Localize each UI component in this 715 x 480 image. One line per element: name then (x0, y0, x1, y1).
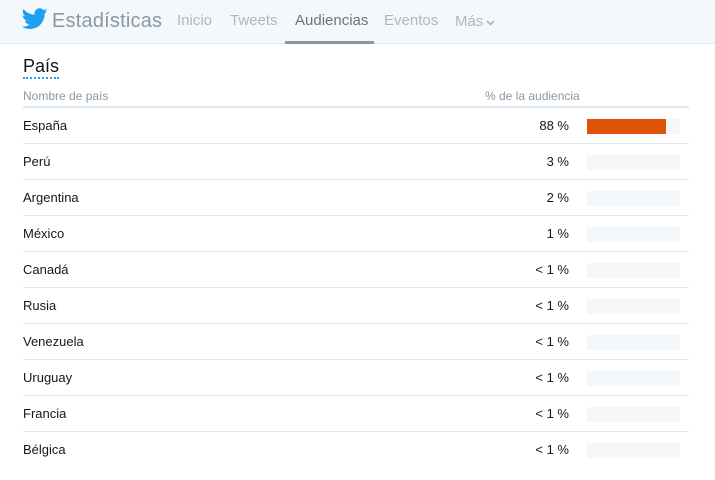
audience-percent: 1 % (546, 226, 569, 241)
table-row: México 1 % (23, 216, 689, 252)
tab-inicio[interactable]: Inicio (177, 0, 212, 44)
audience-percent: < 1 % (535, 442, 569, 457)
audience-bar-track (587, 227, 680, 242)
country-name: Uruguay (23, 370, 73, 385)
country-name: Bélgica (23, 442, 66, 457)
tab-mas-label: Más (455, 13, 484, 30)
country-name: Rusia (23, 298, 57, 313)
audience-percent: < 1 % (535, 262, 569, 277)
tab-eventos[interactable]: Eventos (384, 0, 438, 44)
audience-percent: 2 % (546, 190, 569, 205)
table-row: Bélgica < 1 % (23, 432, 689, 468)
app-title: Estadísticas (52, 9, 163, 32)
table-row: España 88 % (23, 108, 689, 144)
country-name: México (23, 226, 65, 241)
table-header: Nombre de país % de la audiencia (23, 86, 689, 108)
section-title: País (23, 56, 60, 79)
country-name: España (23, 118, 68, 133)
table-row: Rusia < 1 % (23, 288, 689, 324)
audience-bar-track (587, 263, 680, 278)
audience-bar-track (587, 407, 680, 422)
chevron-down-icon (483, 1, 495, 43)
brand[interactable]: Estadísticas (21, 7, 163, 35)
audience-bar-track (587, 335, 680, 350)
table-row: Uruguay < 1 % (23, 360, 689, 396)
country-name: Canadá (23, 262, 69, 277)
table-row: Argentina 2 % (23, 180, 689, 216)
column-header-pct: % de la audiencia (485, 89, 580, 103)
twitter-bird-icon (21, 7, 48, 35)
audience-percent: < 1 % (535, 406, 569, 421)
audience-bar-track (587, 119, 680, 134)
analytics-top-nav: Estadísticas Inicio Tweets Audiencias Ev… (0, 0, 715, 44)
table-row: Venezuela < 1 % (23, 324, 689, 360)
country-table: Nombre de país % de la audiencia España 8… (23, 86, 689, 468)
audience-percent: 88 % (539, 118, 569, 133)
country-name: Perú (23, 154, 51, 169)
audience-bar-track (587, 443, 680, 458)
tab-audiencias[interactable]: Audiencias (285, 0, 374, 44)
audience-bar-track (587, 155, 680, 170)
country-name: Francia (23, 406, 67, 421)
audience-bar-fill (587, 119, 666, 134)
table-row: Canadá < 1 % (23, 252, 689, 288)
tab-tweets[interactable]: Tweets (230, 0, 278, 44)
audience-percent: < 1 % (535, 298, 569, 313)
column-header-country: Nombre de país (23, 89, 109, 103)
table-body: España 88 % Perú 3 % Argentina 2 % México 1 % Ca… (23, 108, 689, 468)
country-name: Venezuela (23, 334, 84, 349)
country-name: Argentina (23, 190, 79, 205)
audience-bar-track (587, 371, 680, 386)
table-row: Francia < 1 % (23, 396, 689, 432)
audience-percent: < 1 % (535, 334, 569, 349)
audience-percent: < 1 % (535, 370, 569, 385)
table-row: Perú 3 % (23, 144, 689, 180)
tab-mas[interactable]: Más (455, 0, 495, 44)
audience-bar-track (587, 191, 680, 206)
audience-bar-track (587, 299, 680, 314)
audience-percent: 3 % (546, 154, 569, 169)
